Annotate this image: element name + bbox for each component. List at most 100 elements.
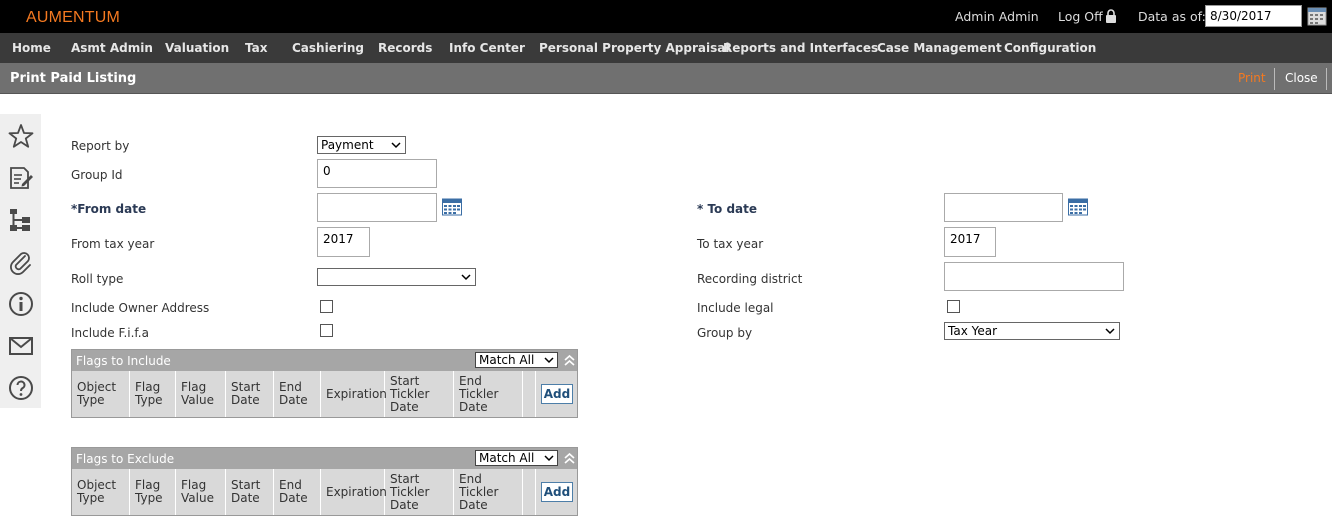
star-icon[interactable]: [8, 123, 34, 149]
to-date-label: * To date: [697, 202, 758, 216]
nav-home[interactable]: Home: [12, 41, 51, 55]
edit-note-icon[interactable]: [8, 165, 34, 191]
data-as-of-input[interactable]: 8/30/2017: [1205, 5, 1302, 27]
column-header: End Tickler Date: [454, 371, 523, 417]
hierarchy-icon[interactable]: [8, 207, 34, 233]
chevron-down-icon: [391, 142, 401, 149]
flags-include-title: Flags to Include: [76, 354, 171, 368]
divider: [1326, 68, 1327, 90]
column-header: Object Type: [72, 469, 130, 515]
group-id-input[interactable]: 0: [317, 159, 437, 188]
page-title: Print Paid Listing: [10, 71, 137, 86]
add-include-flag-button[interactable]: Add: [541, 384, 573, 404]
nav-tax[interactable]: Tax: [245, 41, 267, 55]
chevron-down-icon: [461, 274, 471, 281]
column-header: Start Date: [226, 371, 274, 417]
recording-district-label: Recording district: [697, 272, 803, 286]
report-by-value: Payment: [321, 138, 374, 152]
include-fifa-label: Include F.i.f.a: [71, 326, 149, 340]
column-header: End Date: [274, 371, 321, 417]
column-header: Start Tickler Date: [385, 371, 454, 417]
group-by-value: Tax Year: [948, 324, 998, 338]
calendar-icon[interactable]: [1307, 6, 1327, 26]
collapse-icon[interactable]: [564, 354, 575, 367]
recording-district-input[interactable]: [944, 262, 1124, 291]
logoff-link[interactable]: Log Off: [1058, 9, 1103, 24]
flags-exclude-columns: Object Type Flag Type Flag Value Start D…: [72, 469, 577, 515]
flags-exclude-panel: Flags to Exclude Match All Object Type F…: [71, 447, 578, 516]
group-by-label: Group by: [697, 326, 753, 340]
close-button[interactable]: Close: [1285, 71, 1318, 85]
include-legal-checkbox[interactable]: [947, 300, 960, 313]
collapse-icon[interactable]: [564, 452, 575, 465]
column-header: End Tickler Date: [454, 469, 523, 515]
paperclip-icon[interactable]: [8, 249, 34, 275]
nav-valuation[interactable]: Valuation: [165, 41, 229, 55]
include-owner-address-checkbox[interactable]: [320, 300, 333, 313]
mail-icon[interactable]: [8, 333, 34, 359]
column-header: Flag Value: [176, 371, 226, 417]
lock-icon[interactable]: [1105, 9, 1117, 23]
column-header: Start Date: [226, 469, 274, 515]
side-toolbar: [0, 114, 41, 408]
current-user[interactable]: Admin Admin: [955, 9, 1039, 24]
nav-records[interactable]: Records: [378, 41, 432, 55]
add-exclude-flag-button[interactable]: Add: [541, 482, 573, 502]
data-as-of-label: Data as of:: [1138, 9, 1206, 24]
main-nav: Home Asmt Admin Valuation Tax Cashiering…: [0, 33, 1332, 63]
app-logo: AUMENTUM: [26, 9, 121, 26]
chevron-down-icon: [544, 455, 554, 462]
divider: [1274, 68, 1275, 90]
column-header: Flag Type: [130, 469, 176, 515]
report-by-label: Report by: [71, 139, 130, 153]
flags-include-header: Flags to Include Match All: [72, 350, 577, 371]
nav-reports-and-interfaces[interactable]: Reports and Interfaces: [723, 41, 878, 55]
column-header: Object Type: [72, 371, 130, 417]
flags-include-columns: Object Type Flag Type Flag Value Start D…: [72, 371, 577, 417]
flags-exclude-header: Flags to Exclude Match All: [72, 448, 577, 469]
help-icon[interactable]: [8, 375, 34, 401]
column-header: Expiration: [321, 469, 387, 515]
nav-configuration[interactable]: Configuration: [1004, 41, 1096, 55]
flags-include-panel: Flags to Include Match All Object Type F…: [71, 349, 578, 418]
column-header: Start Tickler Date: [385, 469, 454, 515]
nav-asmt-admin[interactable]: Asmt Admin: [71, 41, 153, 55]
to-tax-year-input[interactable]: 2017: [944, 227, 996, 257]
from-date-input[interactable]: [317, 193, 437, 222]
column-header: Flag Type: [130, 371, 176, 417]
calendar-icon[interactable]: [442, 198, 462, 216]
chevron-down-icon: [544, 357, 554, 364]
match-value: Match All: [479, 451, 535, 465]
group-id-label: Group Id: [71, 168, 123, 182]
from-date-label: *From date: [71, 202, 147, 216]
roll-type-label: Roll type: [71, 272, 124, 286]
column-header: Expiration: [321, 371, 387, 417]
flags-include-match-select[interactable]: Match All: [475, 352, 558, 368]
nav-cashiering[interactable]: Cashiering: [292, 41, 364, 55]
chevron-down-icon: [1105, 328, 1115, 335]
nav-info-center[interactable]: Info Center: [449, 41, 525, 55]
match-value: Match All: [479, 353, 535, 367]
include-owner-address-label: Include Owner Address: [71, 301, 210, 315]
column-header: Flag Value: [176, 469, 226, 515]
top-bar: AUMENTUM Admin Admin Log Off Data as of:…: [0, 0, 1332, 33]
nav-case-management[interactable]: Case Management: [877, 41, 1002, 55]
nav-personal-property-appraisal[interactable]: Personal Property Appraisal: [539, 41, 729, 55]
flags-exclude-title: Flags to Exclude: [76, 452, 175, 466]
print-button[interactable]: Print: [1238, 71, 1266, 85]
roll-type-select[interactable]: [317, 268, 476, 286]
calendar-icon[interactable]: [1068, 198, 1088, 216]
info-icon[interactable]: [8, 291, 34, 317]
to-date-input[interactable]: [944, 193, 1063, 222]
column-spacer: [523, 469, 536, 515]
column-header: End Date: [274, 469, 321, 515]
flags-exclude-match-select[interactable]: Match All: [475, 450, 558, 466]
include-fifa-checkbox[interactable]: [320, 324, 333, 337]
title-bar: Print Paid Listing Print Close: [0, 63, 1332, 94]
report-by-select[interactable]: Payment: [317, 136, 406, 154]
include-legal-label: Include legal: [697, 301, 774, 315]
group-by-select[interactable]: Tax Year: [944, 322, 1120, 340]
from-tax-year-input[interactable]: 2017: [317, 227, 370, 257]
from-tax-year-label: From tax year: [71, 237, 155, 251]
column-spacer: [523, 371, 536, 417]
